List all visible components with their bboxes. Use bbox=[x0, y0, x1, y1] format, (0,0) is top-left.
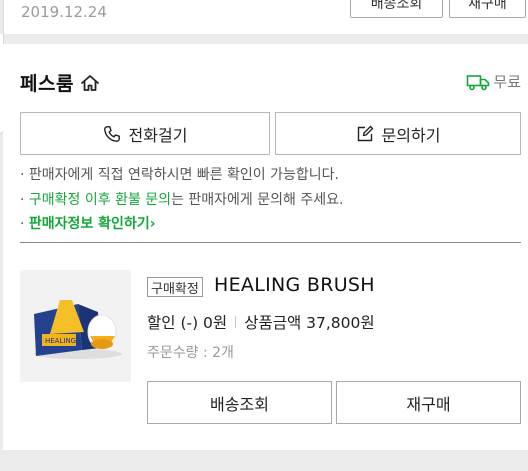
chevron-right-icon: › bbox=[149, 216, 156, 232]
shipping-fee-label: 무료 bbox=[493, 73, 521, 91]
previous-rebuy-button[interactable]: 재구매 bbox=[449, 0, 526, 18]
inquiry-button-label: 문의하기 bbox=[381, 125, 441, 145]
shipping-info: 무료 bbox=[466, 71, 521, 92]
store-header[interactable]: 페스룸 bbox=[20, 69, 101, 96]
phone-icon bbox=[103, 125, 121, 143]
notice-refund: · 구매확정 이후 환불 문의는 판매자에게 문의해 주세요. bbox=[20, 192, 344, 208]
call-button[interactable]: 전화걸기 bbox=[20, 112, 270, 155]
previous-track-button[interactable]: 배송조회 bbox=[350, 0, 443, 18]
svg-text:HEALING: HEALING bbox=[45, 337, 76, 345]
product-image[interactable]: HEALING bbox=[20, 270, 131, 382]
seller-info-link[interactable]: · 판매자정보 확인하기› bbox=[20, 213, 155, 233]
store-name[interactable]: 페스룸 bbox=[20, 69, 74, 96]
price-separator bbox=[235, 316, 237, 328]
price-line: 할인 (-) 0원 상품금액 37,800원 bbox=[147, 311, 375, 333]
rebuy-button[interactable]: 재구매 bbox=[336, 381, 521, 424]
inquiry-button[interactable]: 문의하기 bbox=[275, 112, 521, 155]
track-delivery-button[interactable]: 배송조회 bbox=[147, 381, 332, 424]
discount-text: 할인 (-) 0원 bbox=[147, 314, 228, 332]
seller-info-link-label[interactable]: 판매자정보 확인하기 bbox=[29, 216, 150, 232]
call-button-label: 전화걸기 bbox=[128, 125, 188, 145]
section-divider bbox=[20, 242, 521, 243]
truck-icon bbox=[466, 73, 490, 91]
product-name[interactable]: HEALING BRUSH bbox=[214, 274, 375, 296]
notice-refund-highlight: 구매확정 이후 환불 문의 bbox=[28, 192, 172, 208]
order-card: 페스룸 무료 전화걸기 문의하기 · 판매자에게 직접 연락하시면 빠른 확인이… bbox=[3, 44, 528, 450]
notice-contact-text: 판매자에게 직접 연락하시면 빠른 확인이 가능합니다. bbox=[28, 167, 339, 183]
notice-contact: · 판매자에게 직접 연락하시면 빠른 확인이 가능합니다. bbox=[20, 167, 339, 183]
notice-refund-text: 는 판매자에게 문의해 주세요. bbox=[171, 192, 344, 208]
product-amount: 상품금액 37,800원 bbox=[244, 314, 375, 332]
edit-icon bbox=[356, 125, 374, 143]
status-badge: 구매확정 bbox=[147, 277, 203, 297]
previous-order-date: 2019.12.24 bbox=[21, 3, 107, 21]
home-icon[interactable] bbox=[79, 72, 101, 94]
previous-order-card: 2019.12.24 배송조회 재구매 bbox=[3, 0, 528, 34]
order-quantity: 주문수량 : 2개 bbox=[147, 345, 234, 361]
